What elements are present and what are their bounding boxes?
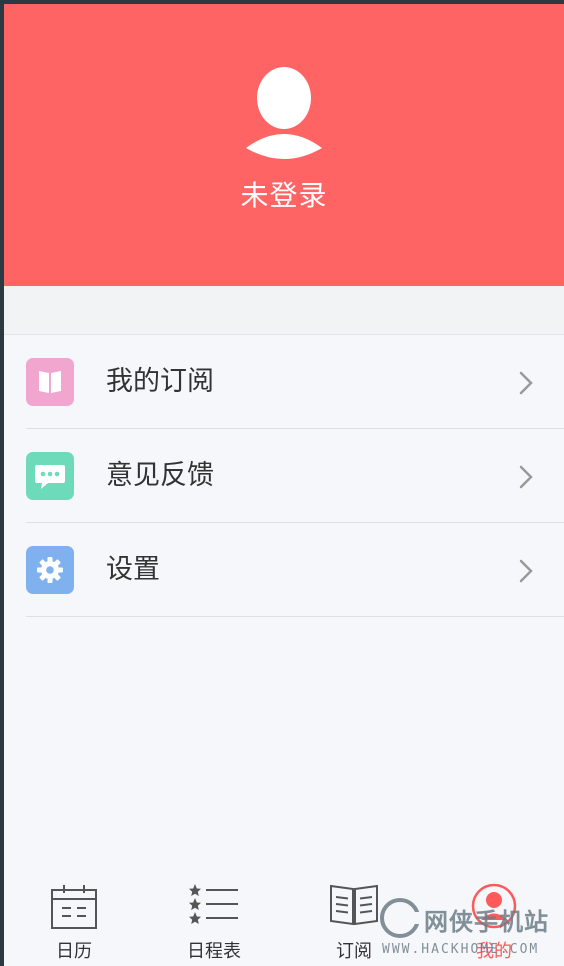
watermark-text: 网侠手机站	[424, 908, 549, 936]
menu-item-feedback[interactable]: 意见反馈	[4, 429, 564, 523]
chevron-right-icon	[519, 371, 533, 395]
chevron-right-icon	[519, 465, 533, 489]
profile-header[interactable]: 未登录	[4, 4, 564, 286]
tab-schedule[interactable]: 日程表	[154, 872, 274, 966]
tab-label: 日程表	[187, 941, 241, 962]
app-window: 未登录 我的订阅 意见反馈 设置 日历 日程表 订阅 我的 网侠手机站 WWW.…	[4, 4, 564, 966]
watermark-url: WWW.HACKHOME.COM	[382, 942, 540, 957]
chevron-right-icon	[519, 559, 533, 583]
menu-item-settings[interactable]: 设置	[4, 523, 564, 617]
login-status-text[interactable]: 未登录	[4, 174, 564, 214]
starred-list-icon	[189, 884, 238, 924]
book-icon	[26, 358, 74, 406]
tab-label: 日历	[56, 941, 92, 962]
menu-item-my-subscriptions[interactable]: 我的订阅	[4, 335, 564, 429]
open-book-icon	[330, 884, 378, 926]
menu-item-label: 意见反馈	[106, 460, 214, 491]
watermark-logo-icon	[380, 898, 420, 938]
section-gap	[4, 286, 564, 335]
chat-bubble-icon	[26, 452, 74, 500]
watermark: 网侠手机站 WWW.HACKHOME.COM	[376, 896, 564, 966]
avatar-icon[interactable]	[244, 64, 324, 160]
menu-item-label: 设置	[106, 554, 160, 585]
tab-calendar[interactable]: 日历	[14, 872, 134, 966]
menu-item-label: 我的订阅	[106, 366, 214, 397]
divider	[26, 616, 564, 617]
calendar-icon	[51, 885, 97, 929]
gear-icon	[26, 546, 74, 594]
settings-menu: 我的订阅 意见反馈 设置	[4, 335, 564, 617]
